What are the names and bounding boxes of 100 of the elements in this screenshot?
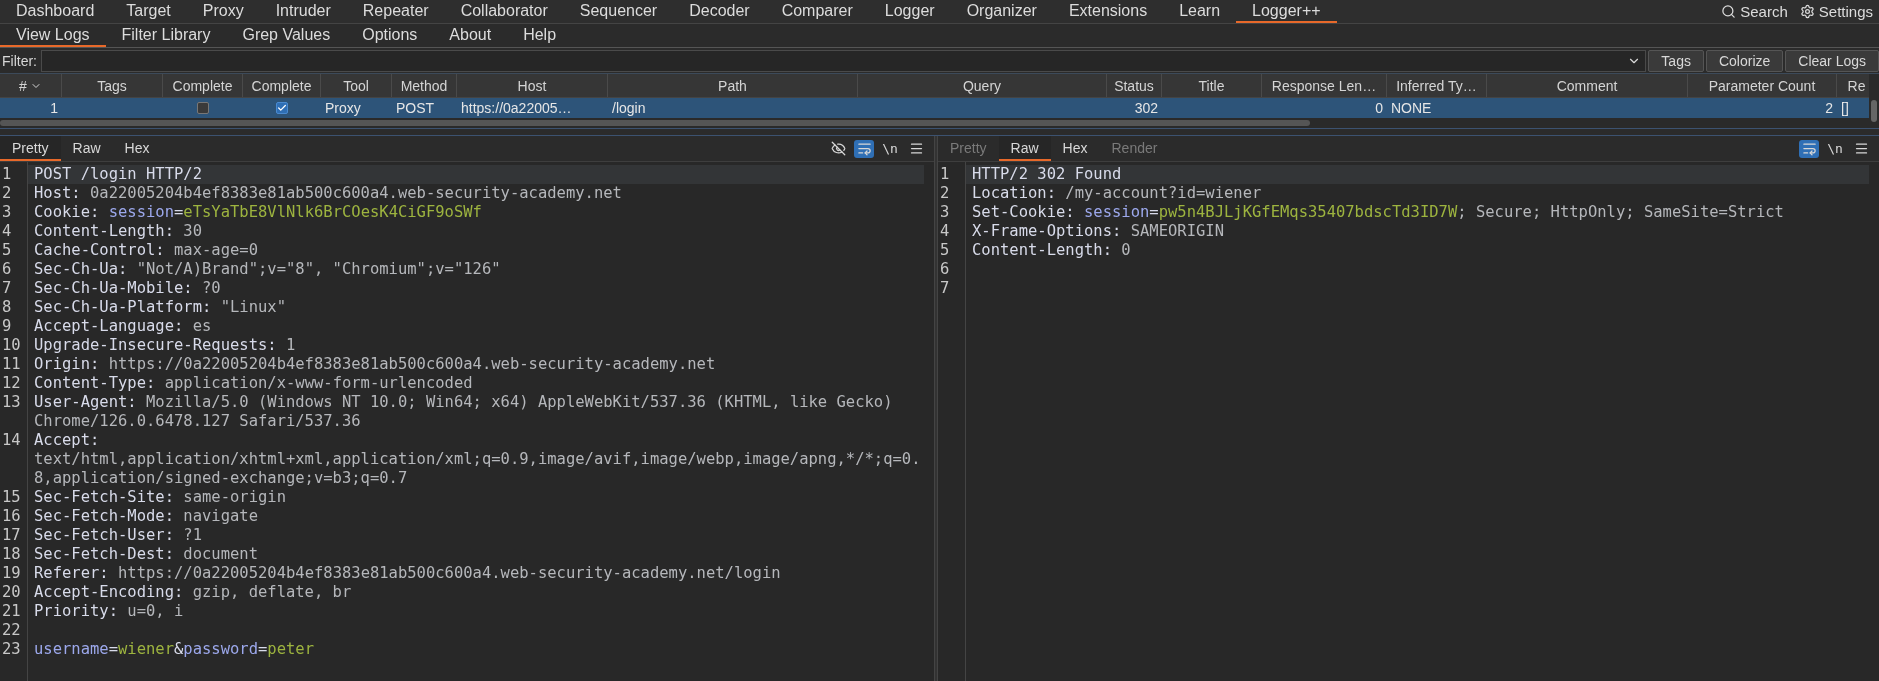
filter-button[interactable]: Colorize	[1705, 49, 1784, 72]
code-line: Sec-Ch-Ua-Mobile: ?0	[33, 279, 222, 298]
sub-tab[interactable]: Options	[346, 24, 434, 47]
code-line: Accept-Language: es	[33, 317, 213, 336]
log-row[interactable]: 1 Proxy POST https://0a22005… /login 302 0 NONE 2 []	[0, 98, 1869, 118]
column-header[interactable]: Comment	[1487, 74, 1688, 97]
table-cell: /login	[612, 100, 646, 116]
checkbox[interactable]	[276, 102, 288, 114]
settings-button[interactable]: Settings	[1793, 0, 1879, 23]
line-number: 20	[1, 583, 22, 602]
line-number: 11	[1, 355, 22, 374]
table-cell: https://0a22005…	[461, 100, 572, 116]
filter-button[interactable]: Clear Logs	[1785, 49, 1879, 72]
sub-tab[interactable]: Grep Values	[226, 24, 347, 47]
line-number: 1	[1, 165, 13, 184]
line-number: 1	[939, 165, 951, 184]
newline-toggle[interactable]: \n	[880, 139, 900, 158]
editor-tab[interactable]: Hex	[112, 136, 162, 161]
nav-tab[interactable]: Comparer	[765, 0, 869, 23]
line-number: 16	[1, 507, 22, 526]
code-line: Location: /my-account?id=wiener	[971, 184, 1263, 203]
nav-tab[interactable]: Collaborator	[444, 0, 564, 23]
checkbox[interactable]	[197, 102, 209, 114]
nav-tab[interactable]: Sequencer	[563, 0, 674, 23]
wrap-text-icon[interactable]	[1799, 139, 1819, 158]
table-cell: 1	[50, 100, 58, 116]
column-header[interactable]: Path	[608, 74, 858, 97]
line-number: 3	[1, 203, 13, 222]
wrap-text-icon[interactable]	[854, 139, 874, 158]
code-line: username=wiener&password=peter	[33, 640, 315, 659]
nav-tab[interactable]: Learn	[1163, 0, 1237, 23]
nav-tab[interactable]: Target	[110, 0, 187, 23]
code-line: Sec-Fetch-Site: same-origin	[33, 488, 287, 507]
filter-field[interactable]	[41, 49, 1647, 72]
nav-tab[interactable]: Logger	[868, 0, 951, 23]
editor-tab[interactable]: Raw	[998, 136, 1051, 161]
column-header[interactable]: Status	[1107, 74, 1162, 97]
line-number: 14	[1, 431, 22, 451]
line-number: 6	[1, 260, 13, 279]
table-cell: 0	[1375, 100, 1383, 116]
code-line: Origin: https://0a22005204b4ef8383e81ab500c600a4.web-security-academy.net	[33, 355, 717, 374]
sub-tab[interactable]: Help	[507, 24, 573, 47]
sub-tab[interactable]: About	[433, 24, 508, 47]
code-line: Sec-Fetch-Dest: document	[33, 545, 259, 564]
nav-tab[interactable]: Intruder	[259, 0, 347, 23]
line-number: 10	[1, 336, 22, 355]
code-line: Set-Cookie: session=pw5n4BJLjKGfEMqs35407bdscTd3ID7W; Secure; HttpOnly; SameSite=Strict	[971, 203, 1785, 222]
column-header[interactable]: Title	[1162, 74, 1262, 97]
column-header[interactable]: Method	[392, 74, 457, 97]
line-number: 4	[939, 222, 951, 241]
sub-tab[interactable]: Filter Library	[105, 24, 227, 47]
newline-toggle[interactable]: \n	[1825, 139, 1845, 158]
code-line: Sec-Ch-Ua: "Not/A)Brand";v="8", "Chromium";v="126"	[33, 260, 502, 279]
line-number: 2	[1, 184, 13, 203]
filter-label: Filter:	[1, 52, 38, 69]
code-line: Content-Type: application/x-www-form-urlencoded	[33, 374, 474, 393]
editor-tab[interactable]: Hex	[1050, 136, 1100, 161]
nav-tab[interactable]: Dashboard	[0, 0, 111, 23]
editor-tab[interactable]: Pretty	[0, 136, 61, 161]
line-number: 21	[1, 602, 22, 621]
nav-tab[interactable]: Organizer	[950, 0, 1053, 23]
column-header[interactable]: #	[0, 74, 62, 97]
line-number: 2	[939, 184, 951, 203]
column-header[interactable]: Response Len…	[1262, 74, 1387, 97]
code-line: Sec-Fetch-Mode: navigate	[33, 507, 259, 526]
line-number: 9	[1, 317, 13, 336]
nav-tab[interactable]: Proxy	[186, 0, 260, 23]
code-line: X-Frame-Options: SAMEORIGIN	[971, 222, 1225, 241]
code-line: Referer: https://0a22005204b4ef8383e81ab500c600a4.web-security-academy.net/login	[33, 564, 782, 583]
column-header[interactable]: Tool	[321, 74, 392, 97]
column-header[interactable]: Tags	[62, 74, 163, 97]
column-header[interactable]: Inferred Ty…	[1387, 74, 1487, 97]
code-line: Content-Length: 30	[33, 222, 203, 241]
table-cell: POST	[396, 100, 435, 116]
code-line: Upgrade-Insecure-Requests: 1	[33, 336, 297, 355]
table-cell: 2	[1825, 100, 1833, 116]
search-button[interactable]: Search	[1715, 0, 1794, 23]
line-number: 13	[1, 393, 22, 413]
line-number: 3	[939, 203, 951, 222]
code-line: Content-Length: 0	[971, 241, 1132, 260]
line-number: 4	[1, 222, 13, 241]
line-number: 7	[939, 279, 951, 298]
nav-tab[interactable]: Decoder	[673, 0, 766, 23]
nav-tab[interactable]: Repeater	[346, 0, 445, 23]
table-cell: Proxy	[325, 100, 361, 116]
column-header[interactable]: Complete	[163, 74, 243, 97]
line-number: 17	[1, 526, 22, 545]
editor-tab[interactable]: Raw	[60, 136, 113, 161]
nav-tab[interactable]: Extensions	[1052, 0, 1164, 23]
column-header[interactable]: Parameter Count	[1688, 74, 1837, 97]
column-header[interactable]: Complete	[243, 74, 321, 97]
line-number: 23	[1, 640, 22, 659]
line-number: 5	[1, 241, 13, 260]
code-line: Accept-Encoding: gzip, deflate, br	[33, 583, 353, 602]
table-cell: NONE	[1391, 100, 1432, 116]
table-cell: 302	[1134, 100, 1158, 116]
code-line: User-Agent: Mozilla/5.0 (Windows NT 10.0; Win64; x64) AppleWebKit/537.36 (KHTML, like Gecko) Chrome/126.0.6478.127 Safari/537.36	[33, 393, 894, 431]
filter-button[interactable]: Tags	[1648, 49, 1704, 72]
column-header[interactable]: Query	[858, 74, 1107, 97]
column-header[interactable]: Host	[457, 74, 608, 97]
